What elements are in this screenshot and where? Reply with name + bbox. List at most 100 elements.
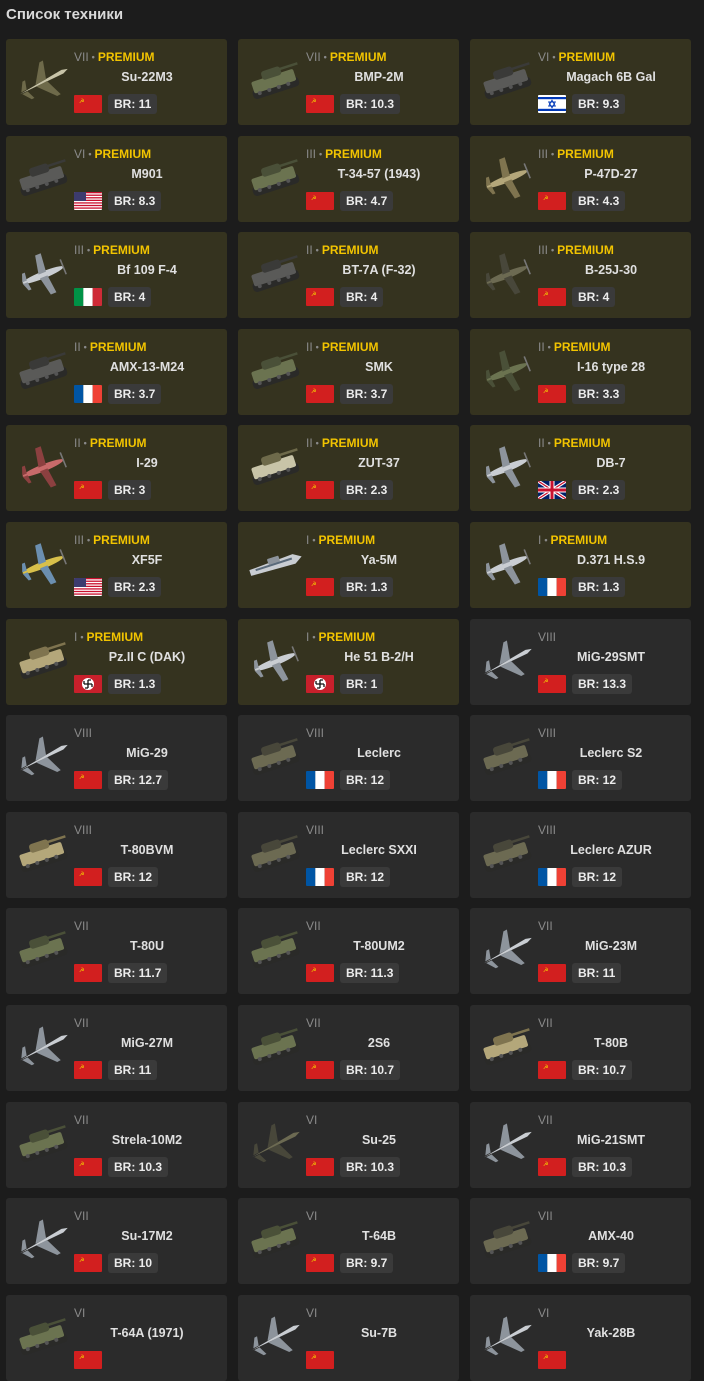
battle-rating-badge: BR: 4 — [340, 287, 384, 308]
rank-line: VIII — [306, 822, 452, 838]
br-prefix: BR: — [346, 386, 371, 401]
vehicle-card[interactable]: VII • PREMIUM BMP-2M ☭ BR: 10.3 — [238, 39, 459, 125]
vehicle-card[interactable]: VI • PREMIUM Magach 6B Gal BR: 9.3 — [470, 39, 691, 125]
br-prefix: BR: — [346, 1159, 371, 1174]
vehicle-meta: BR: 12 — [306, 770, 452, 791]
tank-icon — [12, 1309, 74, 1367]
tank-icon — [12, 343, 74, 401]
br-prefix: BR: — [346, 1256, 371, 1271]
vehicle-card[interactable]: VI Yak-28B ☭ — [470, 1294, 691, 1381]
vehicle-card[interactable]: VII Strela-10M2 ☭ BR: 10.3 — [6, 1101, 227, 1188]
vehicle-card[interactable]: VIII T-80BVM ☭ BR: 12 — [6, 811, 227, 898]
vehicle-card[interactable]: VII MiG-27M ☭ BR: 11 — [6, 1004, 227, 1091]
vehicle-card[interactable]: II • PREMIUM I-16 type 28 ☭ BR: 3.3 — [470, 328, 691, 415]
rank-label: I — [538, 532, 542, 547]
battle-rating-badge: BR: 4.7 — [340, 190, 394, 211]
vehicle-card[interactable]: VII Su-17M2 ☭ BR: 10 — [6, 1198, 227, 1285]
tank-icon — [244, 53, 306, 111]
vehicle-card[interactable]: VII • PREMIUM Su-22M3 ☭ BR: 11 — [6, 39, 227, 125]
vehicle-name: 2S6 — [367, 1035, 391, 1050]
vehicle-card[interactable]: III • PREMIUM P-47D-27 ☭ BR: 4.3 — [470, 135, 691, 222]
br-prefix: BR: — [578, 386, 603, 401]
vehicle-meta: BR: 12 — [306, 866, 452, 887]
vehicle-meta: BR: 2.3 — [538, 480, 684, 501]
vehicle-meta: ☭ — [74, 1350, 220, 1370]
vehicle-card[interactable]: VIII Leclerc AZUR BR: 12 — [470, 811, 691, 898]
vehicle-card[interactable]: III • PREMIUM XF5F BR: 2.3 — [6, 521, 227, 608]
vehicle-card[interactable]: VII T-80B ☭ BR: 10.7 — [470, 1004, 691, 1091]
vehicle-card[interactable]: VIII Leclerc SXXI BR: 12 — [238, 811, 459, 898]
vehicle-card[interactable]: II • PREMIUM SMK ☭ BR: 3.7 — [238, 328, 459, 415]
vehicle-card[interactable]: I • PREMIUM Pz.II C (DAK) BR: 1.3 — [6, 618, 227, 705]
vehicle-card[interactable]: VI Su-25 ☭ BR: 10.3 — [238, 1101, 459, 1188]
rank-label: VII — [538, 1015, 553, 1030]
br-value: 1.3 — [138, 676, 156, 691]
vehicle-card[interactable]: VI Su-7B ☭ — [238, 1294, 459, 1381]
ussr-flag-icon: ☭ — [538, 1350, 566, 1369]
ussr-flag-icon: ☭ — [306, 288, 334, 307]
br-prefix: BR: — [114, 1062, 139, 1077]
vehicle-meta: BR: 4 — [74, 287, 220, 308]
vehicle-card[interactable]: VII AMX-40 BR: 9.7 — [470, 1198, 691, 1285]
separator-dot: • — [83, 438, 87, 449]
vehicle-card[interactable]: I • PREMIUM Ya-5M ☭ BR: 1.3 — [238, 521, 459, 608]
vehicle-meta: ☭ BR: 10.7 — [306, 1059, 452, 1080]
boat-icon — [244, 536, 306, 594]
usa-flag-icon — [74, 191, 102, 210]
vehicle-card[interactable]: II • PREMIUM AMX-13-M24 BR: 3.7 — [6, 328, 227, 415]
vehicle-card[interactable]: VII 2S6 ☭ BR: 10.7 — [238, 1004, 459, 1091]
vehicle-card[interactable]: VII T-80UM2 ☭ BR: 11.3 — [238, 908, 459, 995]
br-value: 2.3 — [602, 483, 620, 498]
vehicle-meta: ☭ BR: 12.7 — [74, 770, 220, 791]
vehicle-card[interactable]: III • PREMIUM B-25J-30 ☭ BR: 4 — [470, 232, 691, 319]
battle-rating-badge: BR: 1.3 — [340, 576, 394, 597]
vehicle-card[interactable]: VII T-80U ☭ BR: 11.7 — [6, 908, 227, 995]
br-value: 11.7 — [138, 966, 162, 981]
vehicle-card[interactable]: VI • PREMIUM M901 BR: 8.3 — [6, 135, 227, 222]
vehicle-card[interactable]: II • PREMIUM DB-7 BR: 2.3 — [470, 425, 691, 512]
ussr-flag-icon: ☭ — [74, 1254, 102, 1273]
vehicle-card[interactable]: I • PREMIUM D.371 H.S.9 BR: 1.3 — [470, 521, 691, 608]
vehicle-card[interactable]: VI T-64A (1971) ☭ — [6, 1294, 227, 1381]
vehicle-card[interactable]: II • PREMIUM BT-7A (F-32) ☭ BR: 4 — [238, 232, 459, 319]
ussr-flag-icon: ☭ — [538, 964, 566, 983]
aircraft-icon — [476, 922, 538, 980]
battle-rating-badge: BR: 11.7 — [108, 963, 168, 984]
tank-icon — [244, 922, 306, 980]
rank-line: VII — [74, 1015, 220, 1031]
rank-label: VII — [538, 1209, 553, 1224]
vehicle-grid: VII • PREMIUM Su-22M3 ☭ BR: 11 VII • PRE… — [6, 39, 691, 1381]
vehicle-card[interactable]: VIII MiG-29 ☭ BR: 12.7 — [6, 715, 227, 802]
br-prefix: BR: — [578, 1062, 603, 1077]
vehicle-info: VII T-80UM2 ☭ BR: 11.3 — [306, 918, 452, 984]
br-prefix: BR: — [346, 869, 371, 884]
vehicle-info: VI Su-25 ☭ BR: 10.3 — [306, 1112, 452, 1177]
vehicle-card[interactable]: II • PREMIUM ZUT-37 ☭ BR: 2.3 — [238, 425, 459, 512]
br-value: 12 — [370, 869, 385, 884]
br-value: 11 — [138, 97, 152, 111]
rank-line: II • PREMIUM — [538, 435, 684, 451]
rank-line: VI • PREMIUM — [74, 146, 220, 162]
br-value: 10 — [138, 1256, 153, 1271]
rank-label: VIII — [538, 726, 557, 741]
vehicle-info: II • PREMIUM I-16 type 28 ☭ BR: 3.3 — [538, 339, 684, 404]
vehicle-card[interactable]: III • PREMIUM T-34-57 (1943) ☭ BR: 4.7 — [238, 135, 459, 222]
rank-label: VI — [306, 1112, 318, 1127]
vehicle-card[interactable]: VII MiG-21SMT ☭ BR: 10.3 — [470, 1101, 691, 1188]
vehicle-card[interactable]: I • PREMIUM He 51 B-2/H BR: 1 — [238, 618, 459, 705]
vehicle-card[interactable]: VIII Leclerc S2 BR: 12 — [470, 715, 691, 802]
ussr-flag-icon: ☭ — [74, 964, 102, 983]
vehicle-card[interactable]: II • PREMIUM I-29 ☭ BR: 3 — [6, 425, 227, 512]
vehicle-meta: BR: 1.3 — [538, 576, 684, 597]
germany-flag-icon — [74, 674, 102, 693]
br-prefix: BR: — [114, 193, 139, 208]
vehicle-card[interactable]: VII MiG-23M ☭ BR: 11 — [470, 908, 691, 995]
tank-icon — [244, 729, 306, 787]
vehicle-name: Leclerc SXXI — [341, 842, 417, 857]
vehicle-card[interactable]: VIII Leclerc BR: 12 — [238, 715, 459, 802]
battle-rating-badge: BR: 8.3 — [108, 190, 162, 211]
vehicle-card[interactable]: III • PREMIUM Bf 109 F-4 BR: 4 — [6, 232, 227, 319]
vehicle-card[interactable]: VI T-64B ☭ BR: 9.7 — [238, 1198, 459, 1285]
vehicle-card[interactable]: VIII MiG-29SMT ☭ BR: 13.3 — [470, 618, 691, 705]
vehicle-name: MiG-21SMT — [576, 1132, 646, 1147]
